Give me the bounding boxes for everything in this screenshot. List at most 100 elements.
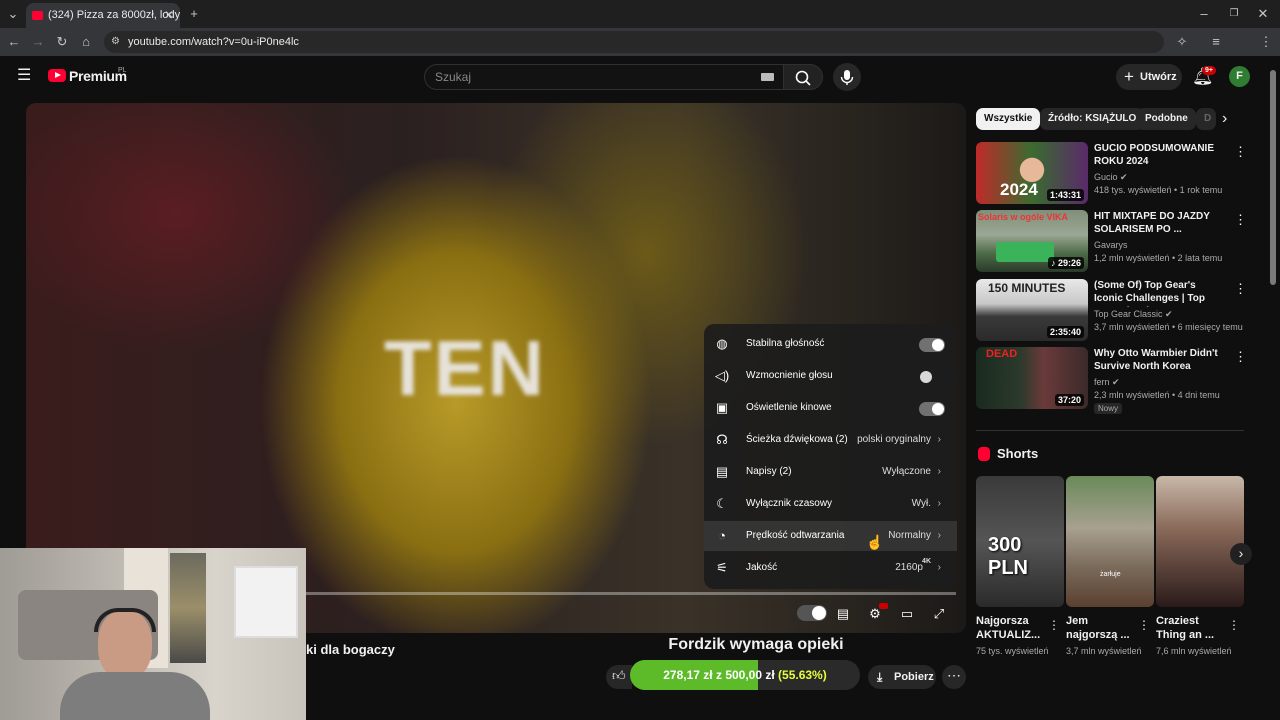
video-thumbnail[interactable]: 150 MINUTES 2:35:40 [976, 279, 1088, 341]
short-title[interactable]: Najgorsza AKTUALIZ... [976, 614, 1050, 642]
create-button[interactable]: + Utwórz [1116, 64, 1182, 90]
chip-more[interactable]: D [1196, 108, 1216, 130]
subtitles-icon[interactable]: ▤ [830, 604, 856, 624]
new-tab-icon[interactable]: + [186, 6, 202, 22]
more-options-icon[interactable]: ⋮ [1138, 618, 1150, 632]
notification-count-badge: 9+ [1202, 66, 1216, 75]
more-options-icon[interactable]: ⋮ [1234, 349, 1247, 365]
forward-icon[interactable]: → [30, 34, 46, 50]
chevron-right-icon: › [937, 466, 941, 477]
short-title[interactable]: Jem najgorszą ... [1066, 614, 1140, 642]
video-meta: 2,3 mln wyświetleń • 4 dni temu [1094, 390, 1220, 400]
recommendation-item[interactable]: DEAD 37:20 Why Otto Warmbier Didn't Surv… [976, 347, 1247, 414]
more-actions-button[interactable]: ⋯ [942, 665, 966, 689]
chevron-right-icon: › [937, 530, 941, 541]
shorts-next-icon[interactable]: › [1230, 543, 1252, 565]
setting-ambient-mode[interactable]: ▣ Oświetlenie kinowe [704, 393, 957, 423]
download-icon: ⤓ [877, 670, 883, 684]
donation-percent: (55.63%) [778, 668, 827, 682]
restore-icon[interactable]: ❐ [1226, 6, 1242, 22]
stable-volume-toggle[interactable] [919, 338, 945, 352]
search-icon [795, 70, 811, 86]
setting-quality[interactable]: ⚟ Jakość 2160p 4K › [704, 553, 957, 583]
setting-label: Ścieżka dźwiękowa (2) [746, 434, 848, 445]
thumbnail-text: 2024 [1000, 180, 1038, 199]
autoplay-toggle[interactable] [797, 605, 827, 621]
extensions-icon[interactable]: ✧ [1174, 34, 1190, 50]
browser-tab-bar: ⌄ (324) Pizza za 8000zł, lody za 4 ✕ + –… [0, 0, 1280, 28]
chip-all[interactable]: Wszystkie [976, 108, 1041, 130]
chip-source[interactable]: Źródło: KSIĄŻULO [1040, 108, 1145, 130]
youtube-logo-icon[interactable] [48, 69, 66, 82]
short-thumbnail[interactable]: 300 PLN [976, 476, 1064, 607]
short-thumbnail[interactable] [1156, 476, 1244, 607]
bus-shape [996, 242, 1054, 262]
tab-list-icon[interactable]: ⌄ [5, 6, 21, 22]
sleep-timer-icon: ☾ [716, 496, 728, 511]
more-options-icon[interactable]: ⋮ [1228, 618, 1240, 632]
more-options-icon[interactable]: ⋮ [1234, 144, 1247, 160]
search-input[interactable]: Szukaj [424, 64, 784, 90]
page-scrollbar[interactable] [1270, 70, 1276, 285]
keyboard-icon[interactable] [761, 73, 774, 81]
ambient-mode-toggle[interactable] [919, 402, 945, 416]
recommendation-item[interactable]: 2024 1:43:31 GUCIO PODSUMOWANIE ROKU 202… [976, 142, 1247, 204]
tab-title: (324) Pizza za 8000zł, lody za 4 [48, 9, 180, 21]
setting-subtitles[interactable]: ▤ Napisy (2) Wyłączone › [704, 457, 957, 487]
hd-badge-icon [879, 603, 888, 609]
theater-mode-icon[interactable]: ▭ [894, 604, 920, 624]
media-controls-icon[interactable]: ≡ [1208, 34, 1224, 50]
verified-icon: ✔ [1112, 377, 1120, 387]
youtube-favicon-icon [32, 11, 43, 20]
video-thumbnail[interactable]: DEAD 37:20 [976, 347, 1088, 409]
site-info-icon[interactable]: ⚙ [111, 31, 120, 53]
more-options-icon[interactable]: ⋮ [1234, 281, 1247, 297]
chips-next-icon[interactable]: › [1222, 110, 1227, 128]
create-label: Utwórz [1140, 71, 1177, 83]
hanging-clothes [170, 553, 206, 663]
voice-boost-toggle[interactable] [919, 370, 945, 384]
video-progress-bar[interactable] [306, 592, 956, 595]
video-title: GUCIO PODSUMOWANIE ROKU 2024 [1094, 143, 1215, 167]
setting-voice-boost[interactable]: ◁) Wzmocnienie głosu [704, 361, 957, 391]
account-avatar[interactable]: F [1229, 66, 1250, 87]
setting-sleep-timer[interactable]: ☾ Wyłącznik czasowy Wył. › [704, 489, 957, 519]
short-thumbnail[interactable]: żarłuje [1066, 476, 1154, 607]
webcam-overlay [0, 548, 306, 720]
more-options-icon[interactable]: ⋮ [1234, 212, 1247, 228]
minimize-icon[interactable]: – [1196, 6, 1212, 22]
video-meta: 1,2 mln wyświetleń • 2 lata temu [1094, 253, 1223, 263]
back-icon[interactable]: ← [6, 34, 22, 50]
recommendation-item[interactable]: Solaris w ogóle VIKA ♪ 29:26 HIT MIXTAPE… [976, 210, 1247, 272]
browser-menu-icon[interactable]: ⋮ [1258, 34, 1274, 50]
hamburger-menu-icon[interactable]: ☰ [17, 68, 31, 84]
more-options-icon[interactable]: ⋮ [1048, 618, 1060, 632]
short-title[interactable]: Craziest Thing an ... [1156, 614, 1230, 642]
setting-audio-track[interactable]: ☊ Ścieżka dźwiękowa (2) polski oryginaln… [704, 425, 957, 455]
thumbs-up-icon: 👍︎ [612, 668, 626, 683]
donation-text: 278,17 zł z 500,00 zł (55.63%) [630, 660, 860, 690]
browser-tab[interactable]: (324) Pizza za 8000zł, lody za 4 ✕ [26, 3, 180, 28]
video-thumbnail[interactable]: 2024 1:43:31 [976, 142, 1088, 204]
voice-search-button[interactable] [833, 63, 861, 91]
like-button[interactable]: 👍︎ [606, 665, 632, 689]
address-bar[interactable]: ⚙ youtube.com/watch?v=0u-iP0ne4lc [104, 31, 1164, 53]
channel-name: fern ✔ [1094, 377, 1120, 387]
ambient-mode-icon: ▣ [715, 400, 729, 415]
close-tab-icon[interactable]: ✕ [164, 3, 174, 28]
home-icon[interactable]: ⌂ [78, 34, 94, 50]
fullscreen-icon[interactable]: ⤢ [926, 604, 952, 624]
chip-related[interactable]: Podobne [1137, 108, 1196, 130]
recommendation-item[interactable]: 150 MINUTES 2:35:40 (Some Of) Top Gear's… [976, 279, 1247, 341]
window-close-icon[interactable]: ✕ [1255, 6, 1271, 22]
download-button[interactable]: ⤓ Pobierz [868, 665, 936, 689]
video-duration: 1:43:31 [1046, 189, 1084, 201]
reload-icon[interactable]: ↻ [54, 34, 70, 50]
video-thumbnail[interactable]: Solaris w ogóle VIKA ♪ 29:26 [976, 210, 1088, 272]
video-duration: 2:35:40 [1046, 326, 1084, 338]
music-note-icon: ♪ [1050, 258, 1058, 268]
setting-stable-volume[interactable]: ◍ Stabilna głośność [704, 329, 957, 359]
setting-playback-speed[interactable]: ◔ Prędkość odtwarzania Normalny › [704, 521, 957, 551]
search-button[interactable] [783, 64, 823, 90]
video-frame-caption: TEN [384, 324, 546, 412]
